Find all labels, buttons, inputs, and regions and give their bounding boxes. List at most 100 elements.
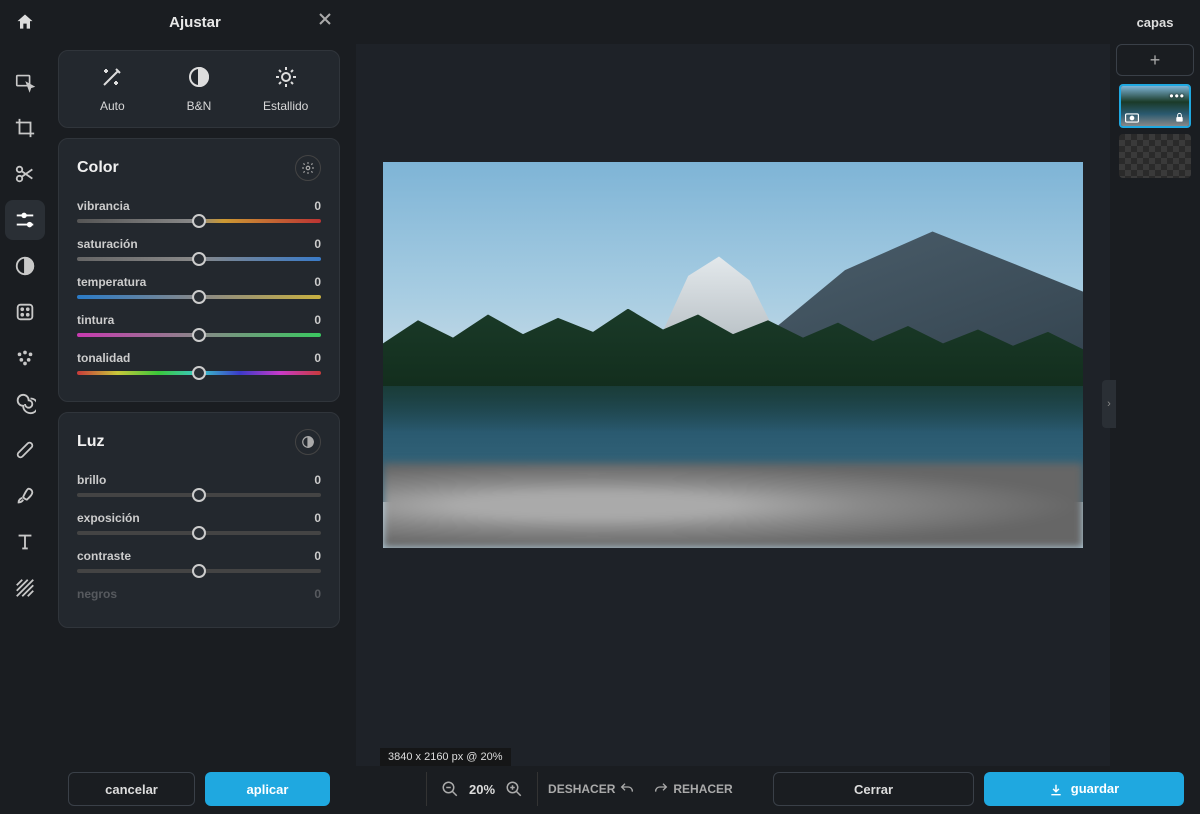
slider-track[interactable] <box>77 371 321 375</box>
slider-thumb[interactable] <box>192 328 206 342</box>
slider-thumb[interactable] <box>192 366 206 380</box>
grid-icon <box>14 301 36 323</box>
quick-auto[interactable]: Auto <box>69 65 156 113</box>
panel-title: Ajustar <box>50 14 340 31</box>
zoom-out-button[interactable] <box>441 780 459 798</box>
quick-bn[interactable]: B&N <box>156 65 243 113</box>
slider-exposicion: exposición 0 <box>77 511 321 535</box>
slider-value: 0 <box>314 549 321 563</box>
slider-thumb[interactable] <box>192 214 206 228</box>
dimensions-label: 3840 x 2160 px @ 20% <box>380 748 511 766</box>
zoom-controls: 20% <box>426 772 538 806</box>
slider-value: 0 <box>314 511 321 525</box>
section-luz-icon[interactable] <box>295 429 321 455</box>
crop-icon <box>14 117 36 139</box>
zoom-in-button[interactable] <box>505 780 523 798</box>
tool-brush[interactable] <box>5 476 45 516</box>
slider-label: tintura <box>77 313 114 327</box>
slider-label: exposición <box>77 511 140 525</box>
slider-label: tonalidad <box>77 351 130 365</box>
slider-tintura: tintura 0 <box>77 313 321 337</box>
save-button[interactable]: guardar <box>984 772 1184 806</box>
section-color-title: Color <box>77 159 119 177</box>
tool-crop[interactable] <box>5 108 45 148</box>
slider-track[interactable] <box>77 531 321 535</box>
slider-value: 0 <box>314 473 321 487</box>
panel-footer: cancelar aplicar <box>58 772 340 806</box>
cancel-button[interactable]: cancelar <box>68 772 195 806</box>
slider-label: negros <box>77 587 117 601</box>
left-toolbar <box>0 44 50 770</box>
slider-negros: negros0 <box>77 587 321 601</box>
close-button[interactable]: Cerrar <box>773 772 975 806</box>
sliders-icon <box>14 209 36 231</box>
slider-track[interactable] <box>77 295 321 299</box>
slider-brillo: brillo0 <box>77 473 321 497</box>
slider-track[interactable] <box>77 493 321 497</box>
slider-temperatura: temperatura0 <box>77 275 321 299</box>
slider-track[interactable] <box>77 333 321 337</box>
quick-burst-label: Estallido <box>263 99 308 113</box>
layer-mask-icon <box>1125 113 1139 123</box>
tool-text[interactable] <box>5 522 45 562</box>
slider-label: saturación <box>77 237 138 251</box>
canvas-image[interactable] <box>383 162 1083 548</box>
lock-icon <box>1174 112 1185 123</box>
layer-menu-icon[interactable]: ••• <box>1169 89 1185 103</box>
tool-select[interactable] <box>5 62 45 102</box>
tool-contrast[interactable] <box>5 246 45 286</box>
top-bar: Ajustar capas <box>0 0 1200 44</box>
canvas-area[interactable] <box>356 44 1110 766</box>
undo-button[interactable]: DESHACER <box>548 781 635 797</box>
slider-thumb[interactable] <box>192 564 206 578</box>
tool-effects[interactable] <box>5 292 45 332</box>
slider-label: vibrancia <box>77 199 130 213</box>
download-icon <box>1049 783 1063 797</box>
tool-adjust[interactable] <box>5 200 45 240</box>
section-luz-title: Luz <box>77 433 105 451</box>
quick-burst[interactable]: Estallido <box>242 65 329 113</box>
slider-value: 0 <box>314 237 321 251</box>
section-color-settings[interactable] <box>295 155 321 181</box>
undo-icon <box>619 781 635 797</box>
slider-track[interactable] <box>77 569 321 573</box>
slider-thumb[interactable] <box>192 488 206 502</box>
slider-label: contraste <box>77 549 131 563</box>
slider-thumb[interactable] <box>192 290 206 304</box>
slider-value: 0 <box>314 351 321 365</box>
slider-tonalidad: tonalidad 0 <box>77 351 321 375</box>
layer-thumb-1[interactable]: ••• <box>1119 84 1191 128</box>
home-icon <box>15 12 35 32</box>
bottom-bar: 20% DESHACER REHACER Cerrar guardar <box>356 772 1194 806</box>
brush-icon <box>14 485 36 507</box>
zoom-value[interactable]: 20% <box>469 782 495 797</box>
hatch-icon <box>14 577 36 599</box>
tool-cut[interactable] <box>5 154 45 194</box>
section-color: Color vibrancia 0 saturación 0 temperatura… <box>58 138 340 402</box>
redo-button[interactable]: REHACER <box>653 781 732 797</box>
slider-thumb[interactable] <box>192 526 206 540</box>
slider-value: 0 <box>314 313 321 327</box>
add-layer-button[interactable]: + <box>1116 44 1194 76</box>
tool-pattern[interactable] <box>5 568 45 608</box>
gear-icon <box>301 161 315 175</box>
layer-thumb-2[interactable] <box>1119 134 1191 178</box>
quick-bn-label: B&N <box>187 99 212 113</box>
history-controls: DESHACER REHACER <box>548 781 733 797</box>
scissors-icon <box>14 163 36 185</box>
tool-spiral[interactable] <box>5 384 45 424</box>
cursor-add-icon <box>14 71 36 93</box>
zoom-in-icon <box>505 780 523 798</box>
close-icon <box>318 12 332 26</box>
slider-track[interactable] <box>77 257 321 261</box>
home-button[interactable] <box>0 0 50 44</box>
quick-auto-label: Auto <box>100 99 125 113</box>
tool-liquify[interactable] <box>5 338 45 378</box>
slider-thumb[interactable] <box>192 252 206 266</box>
apply-button[interactable]: aplicar <box>205 772 330 806</box>
panel-close-button[interactable] <box>318 12 332 26</box>
layers-collapse-handle[interactable]: › <box>1102 380 1116 428</box>
zoom-out-icon <box>441 780 459 798</box>
tool-heal[interactable] <box>5 430 45 470</box>
slider-track[interactable] <box>77 219 321 223</box>
